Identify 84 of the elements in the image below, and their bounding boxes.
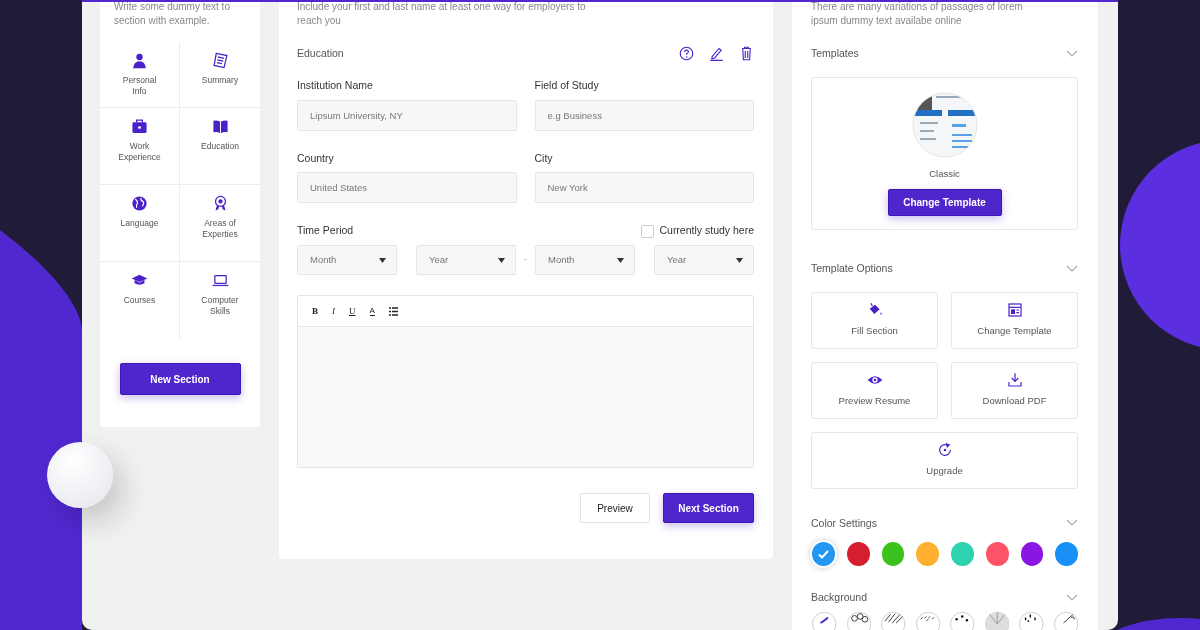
background-swatch[interactable]	[846, 611, 871, 630]
document-icon	[211, 52, 229, 69]
section-item[interactable]: Summary	[180, 42, 260, 108]
briefcase-icon	[131, 118, 148, 135]
delete-button[interactable]	[739, 46, 754, 62]
background-swatch[interactable]	[1019, 611, 1044, 630]
option-button[interactable]: Upgrade	[811, 431, 1078, 489]
caret-icon	[617, 257, 624, 263]
section-title: Template Options	[811, 260, 893, 276]
caret-icon	[498, 257, 505, 263]
section-title: Templates	[811, 46, 859, 61]
separator-text: -	[523, 253, 528, 267]
color-swatch[interactable]	[951, 542, 974, 567]
section-title: Background	[811, 590, 868, 606]
section-title: Education	[297, 46, 345, 61]
text-color-button[interactable]: A	[369, 306, 375, 316]
section-title: Color Settings	[811, 515, 877, 531]
input-field[interactable]: United States	[297, 172, 517, 204]
help-button[interactable]	[679, 46, 694, 62]
option-button[interactable]: Download PDF	[951, 361, 1078, 419]
background-swatch[interactable]	[812, 611, 837, 630]
background-swatch[interactable]	[950, 611, 975, 630]
laptop-icon	[211, 272, 229, 289]
refresh-icon	[936, 441, 953, 458]
underline-button[interactable]: U	[349, 306, 356, 316]
chevron-down-icon	[1066, 264, 1078, 273]
background-swatch[interactable]	[1053, 611, 1078, 630]
layout-icon	[1006, 301, 1023, 318]
option-button[interactable]: Fill Section	[811, 291, 938, 349]
list-button[interactable]	[388, 306, 398, 316]
option-button[interactable]: Preview Resume	[811, 361, 938, 419]
caret-icon	[736, 257, 743, 263]
input-field[interactable]: e.g Business	[534, 99, 754, 131]
person-icon	[131, 52, 148, 69]
color-swatch[interactable]	[846, 542, 870, 567]
field-label: Country	[297, 150, 335, 166]
chevron-down-icon	[1066, 49, 1078, 58]
download-icon	[1006, 371, 1023, 388]
field-label: Time Period	[297, 223, 354, 239]
section-item[interactable]: Work Experience	[100, 108, 180, 185]
section-item[interactable]: Areas of Experties	[180, 185, 260, 262]
option-button[interactable]: Change Template	[951, 291, 1078, 349]
color-swatch[interactable]	[812, 542, 835, 567]
checkbox-label: Currently study here	[659, 223, 754, 239]
color-swatch[interactable]	[881, 542, 905, 567]
color-swatch[interactable]	[1055, 542, 1078, 567]
preview-button[interactable]: Preview	[580, 493, 650, 523]
color-swatch[interactable]	[916, 542, 939, 567]
new-section-button[interactable]: New Section	[119, 363, 241, 395]
color-swatch[interactable]	[985, 542, 1009, 567]
dropdown[interactable]: Month	[535, 245, 635, 275]
background-swatch[interactable]	[915, 611, 940, 630]
section-item[interactable]: Education	[180, 108, 260, 185]
section-item[interactable]: Courses	[100, 262, 180, 339]
section-item[interactable]: Language	[100, 185, 180, 262]
input-field[interactable]: Lipsum University, NY	[297, 99, 517, 131]
intro-text: There are many variations of passages of lorem ipsum dummy text availabe online	[811, 2, 1024, 28]
field-label: Field of Study	[534, 77, 600, 93]
input-field[interactable]: New York	[534, 172, 754, 204]
dropdown[interactable]: Year	[654, 245, 754, 275]
caret-icon	[379, 257, 386, 263]
section-item[interactable]: Personal Info	[100, 42, 180, 108]
change-template-button[interactable]: Change Template	[887, 189, 1002, 216]
dropdown[interactable]: Month	[297, 245, 397, 275]
chevron-down-icon	[1066, 519, 1078, 528]
dropdown[interactable]: Year	[416, 245, 516, 275]
color-swatch[interactable]	[1020, 542, 1044, 567]
next-section-button[interactable]: Next Section	[663, 493, 754, 523]
section-item[interactable]: Computer Skills	[180, 262, 260, 339]
chevron-down-icon	[1066, 594, 1078, 603]
background-swatch[interactable]	[881, 611, 906, 630]
field-label: City	[534, 150, 554, 166]
intro-text: Include your first and last name at least one way for employers to reach you	[297, 2, 587, 28]
checkbox-box[interactable]	[641, 224, 655, 238]
book-icon	[211, 118, 229, 135]
background-swatch[interactable]	[984, 611, 1009, 630]
bold-button[interactable]: B	[312, 306, 318, 316]
edit-button[interactable]	[709, 46, 724, 62]
globe-icon	[131, 195, 148, 212]
template-name: Classic	[929, 166, 960, 181]
field-label: Institution Name	[297, 77, 374, 93]
italic-button[interactable]: I	[332, 306, 335, 316]
check-icon	[817, 549, 829, 559]
intro-text: Write some dummy text to section with example.	[113, 2, 231, 28]
